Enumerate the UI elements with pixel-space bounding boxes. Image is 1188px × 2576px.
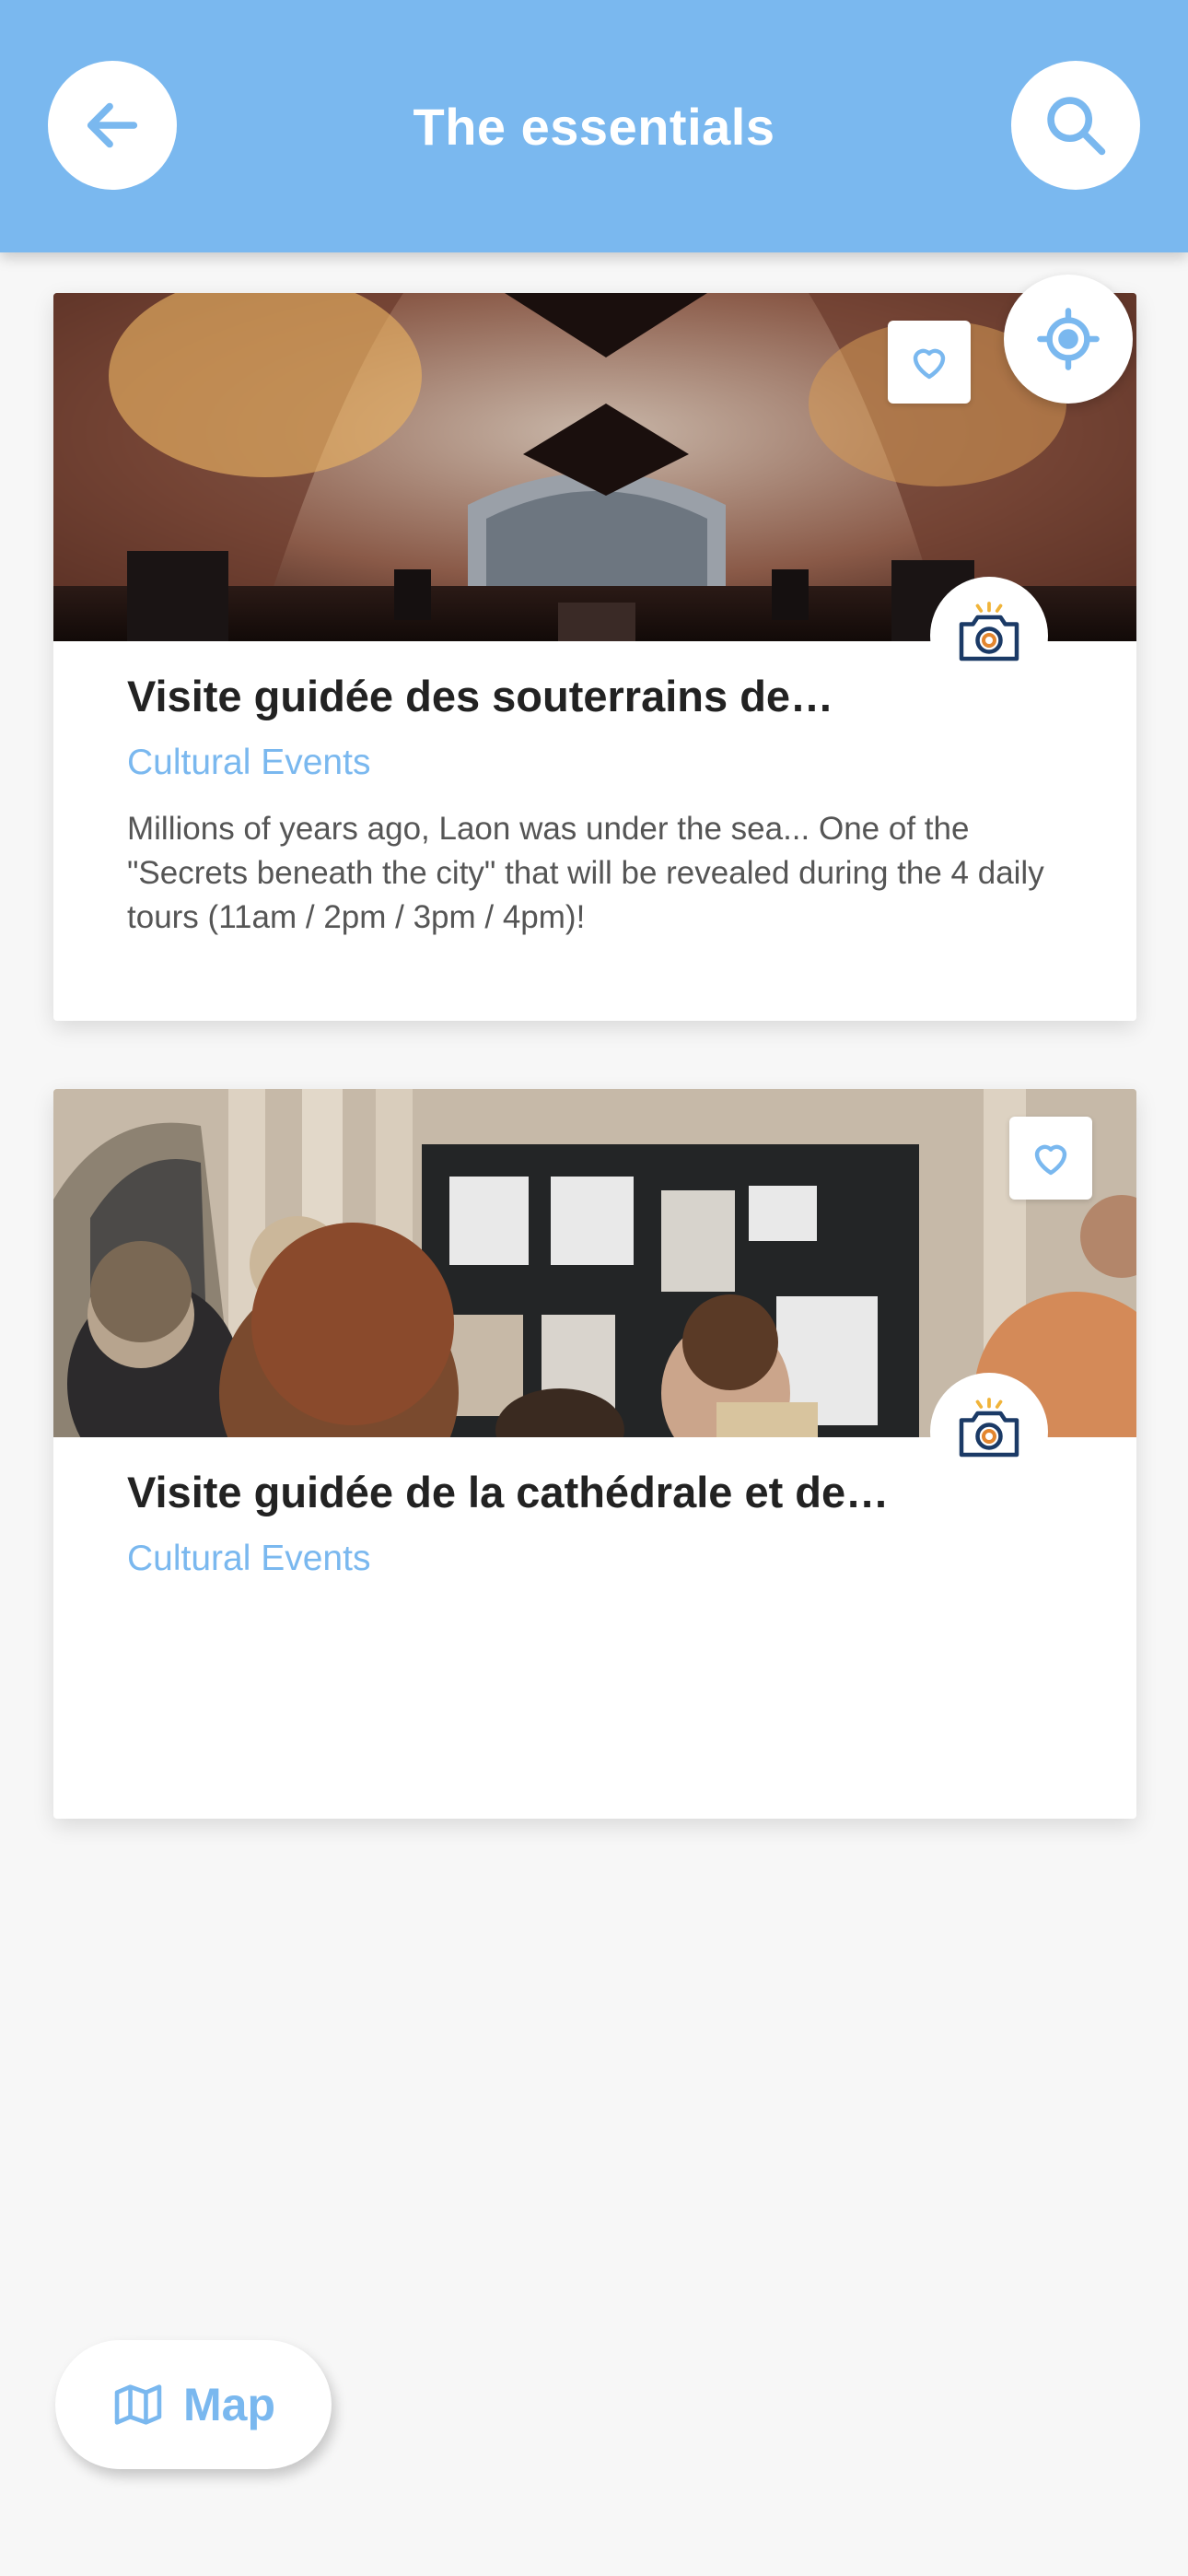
event-title: Visite guidée des souterrains de… <box>127 672 834 720</box>
locate-button[interactable] <box>1004 275 1133 404</box>
camera-icon <box>959 1398 1019 1458</box>
event-card[interactable]: Visite guidée des souterrains de… Cultur… <box>53 293 1136 1021</box>
search-icon <box>1047 97 1106 156</box>
camera-icon <box>959 602 1019 662</box>
event-category: Cultural Events <box>127 1539 371 1578</box>
heart-icon <box>1034 1144 1067 1176</box>
event-title: Visite guidée de la cathédrale et de… <box>127 1468 890 1516</box>
event-card[interactable]: Visite guidée de la cathédrale et de… Cu… <box>53 1089 1136 1819</box>
crosshair-icon <box>1037 308 1100 370</box>
heart-icon <box>913 348 946 380</box>
app-header: The essentials <box>0 0 1188 252</box>
map-button-label: Map <box>183 2379 275 2430</box>
back-button[interactable] <box>48 61 177 190</box>
event-description: Millions of years ago, Laon was under th… <box>127 811 1044 935</box>
map-button[interactable]: Map <box>55 2340 332 2469</box>
event-category: Cultural Events <box>127 743 371 782</box>
favorite-button[interactable] <box>888 321 971 404</box>
favorite-button[interactable] <box>1009 1117 1092 1200</box>
page-title: The essentials <box>413 97 775 156</box>
arrow-left-icon <box>87 102 138 148</box>
search-button[interactable] <box>1011 61 1140 190</box>
map-icon <box>114 2384 162 2425</box>
